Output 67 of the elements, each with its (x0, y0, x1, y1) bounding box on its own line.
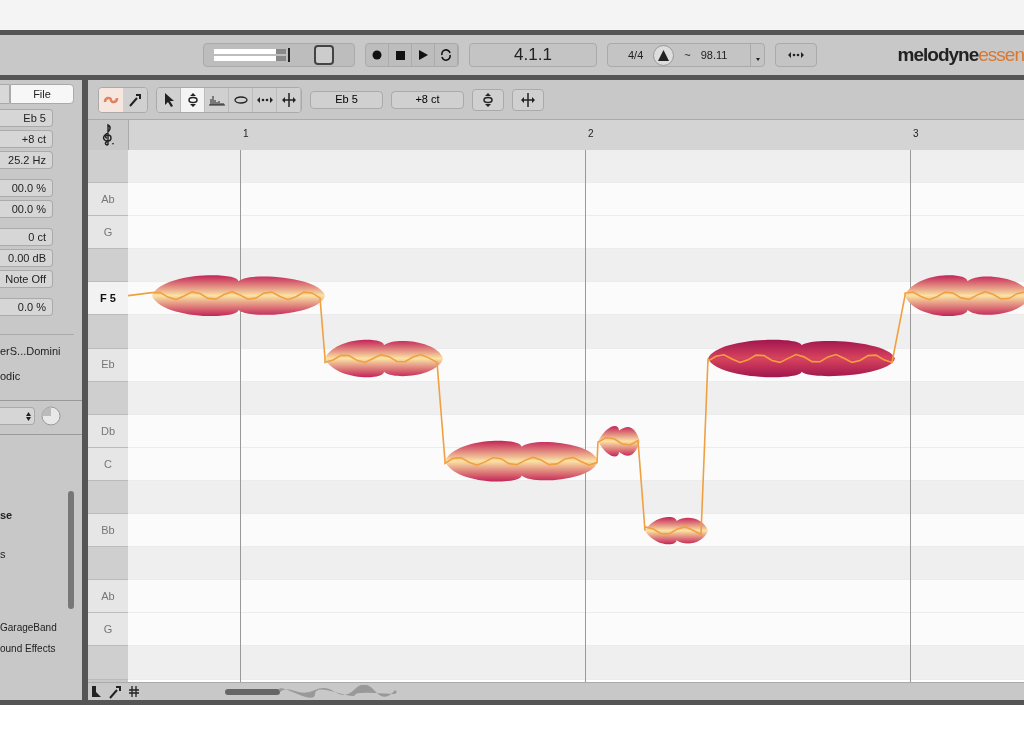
browser-item[interactable]: ound Effects (0, 641, 68, 656)
volume-handle[interactable] (314, 45, 334, 65)
value-field[interactable]: 0.00 dB (0, 249, 53, 267)
bar-ruler[interactable]: 1 2 3 (128, 120, 1024, 150)
tempo-detect-button[interactable] (775, 43, 817, 67)
bar-number: 2 (588, 127, 594, 141)
value-field[interactable]: +8 ct (0, 130, 53, 148)
tool-button[interactable] (123, 87, 147, 112)
piano-key[interactable]: Ab (88, 580, 128, 614)
value-field[interactable]: 00.0 % (0, 179, 53, 197)
split-tool-icon (520, 91, 536, 108)
pitch-tool-icon (482, 91, 494, 108)
up-down-arrows-icon (26, 411, 31, 421)
value-field[interactable]: Note Off (0, 270, 53, 288)
formant-tool-icon (232, 94, 249, 105)
tool-button[interactable] (229, 87, 253, 112)
center-pitch-button[interactable] (472, 88, 504, 111)
cents-field[interactable]: +8 ct (391, 90, 464, 109)
browser-item[interactable]: se (0, 507, 68, 524)
bar-number: 3 (913, 127, 919, 141)
stop-icon (395, 50, 405, 60)
value-field[interactable]: 0.0 % (0, 298, 53, 316)
position-display: 4.1.1 (469, 43, 597, 67)
edition-text: essen (978, 42, 1024, 67)
file-tab[interactable]: File (10, 84, 74, 104)
hash-icon[interactable] (129, 686, 139, 697)
value-field[interactable]: 0 ct (0, 228, 53, 246)
amplitude-tool-icon (207, 93, 226, 106)
info-text: odic (0, 368, 22, 384)
value-field[interactable]: Eb 5 (0, 109, 53, 127)
tool-button[interactable] (181, 87, 205, 112)
note-field[interactable]: Eb 5 (310, 90, 383, 109)
record-icon (372, 50, 382, 60)
metronome-button[interactable] (653, 44, 675, 66)
select-box[interactable] (0, 407, 35, 425)
tool-button[interactable] (253, 87, 277, 112)
time-signature: 4/4 (628, 47, 644, 63)
tool-button[interactable] (157, 87, 181, 112)
piano-key[interactable]: Bb (88, 514, 128, 548)
dropdown-caret-icon (755, 58, 760, 61)
piano-key[interactable]: G (88, 216, 128, 250)
info-text: erS...Domini (0, 344, 62, 359)
tool-button[interactable] (277, 87, 301, 112)
center-timing-button[interactable] (512, 88, 544, 111)
loop-icon (440, 49, 452, 61)
split-tool-icon (280, 91, 297, 108)
browser-item[interactable]: s (0, 545, 68, 562)
timing-tool-icon (787, 50, 805, 60)
piano-key[interactable]: G (88, 613, 128, 647)
piano-key[interactable]: Ab (88, 183, 128, 217)
logo-text: melodyne (897, 42, 979, 67)
play-icon (418, 50, 428, 60)
metronome-icon (658, 49, 670, 61)
browser-item[interactable]: GarageBand (0, 620, 68, 635)
piano-key[interactable]: Db (88, 414, 128, 448)
piano-key[interactable]: Eb (88, 348, 128, 382)
tempo-value: 98.11 (700, 47, 728, 63)
timing-tool-icon (255, 94, 274, 105)
treble-clef-icon[interactable] (100, 123, 116, 147)
tempo-mode: ~ (684, 47, 691, 63)
pitch-tool-icon (186, 91, 199, 108)
value-field[interactable]: 25.2 Hz (0, 151, 53, 169)
piano-key[interactable]: C (88, 447, 128, 481)
bar-number: 1 (243, 127, 249, 141)
value-field[interactable]: 00.0 % (0, 200, 53, 218)
scrollbar[interactable] (68, 491, 74, 609)
piano-key[interactable]: F 5 (88, 282, 128, 316)
